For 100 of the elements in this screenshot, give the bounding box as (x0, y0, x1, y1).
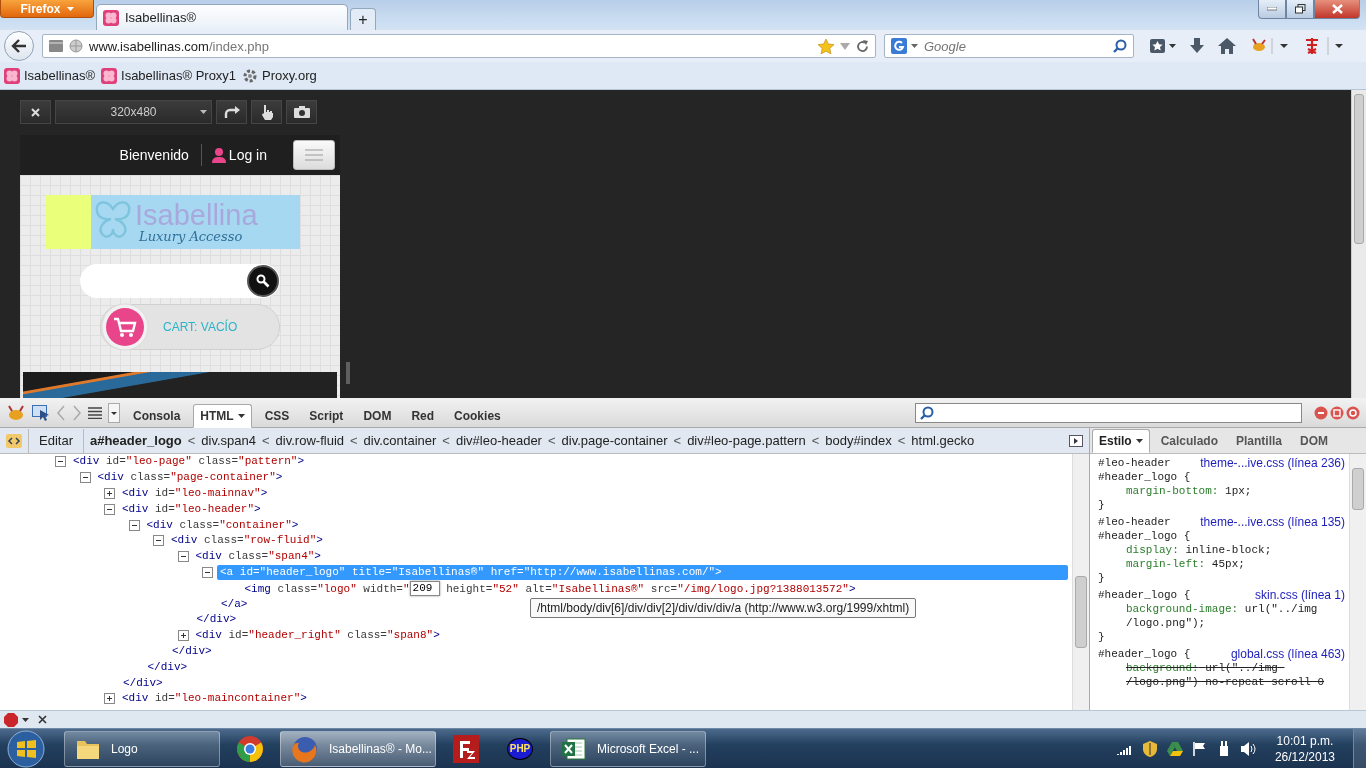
screen-size-dropdown[interactable]: 320x480 (55, 100, 212, 124)
bookmark[interactable]: Proxy.org (242, 67, 317, 84)
collapse-icon[interactable] (104, 503, 115, 515)
back-button[interactable] (4, 31, 34, 61)
caret-icon[interactable] (911, 44, 918, 48)
expand-icon[interactable] (104, 488, 115, 499)
html-tag-line[interactable]: <div id="header_right" class="span8"> (192, 628, 443, 644)
side-panel-tab[interactable]: Estilo (1092, 429, 1150, 453)
firebug-icon[interactable] (6, 404, 26, 421)
css-declaration[interactable]: background-image: url("../img /logo.png"); (1098, 602, 1345, 630)
breadcrumb-item[interactable]: html.gecko (911, 433, 975, 448)
filezilla-icon[interactable] (453, 734, 479, 763)
breadcrumb-item[interactable]: body#index (825, 433, 892, 448)
source-link[interactable]: global.css (línea 463) (1230, 647, 1345, 661)
html-tag-line[interactable]: <div class="page-container"> (94, 470, 286, 486)
panel-tab[interactable]: CSS (257, 403, 297, 428)
list-icon[interactable] (88, 406, 102, 419)
inline-edit-field[interactable]: 209 (409, 580, 440, 596)
html-tag-line[interactable]: <div id="leo-maincontainer"> (119, 691, 310, 707)
code-icon[interactable] (6, 433, 22, 448)
screenshot-button[interactable] (286, 100, 317, 124)
volume-icon[interactable] (1240, 741, 1257, 756)
side-panel-tab[interactable]: Calculado (1153, 429, 1226, 453)
login-link[interactable]: Log in (211, 147, 267, 163)
panel-tab[interactable]: DOM (356, 403, 399, 428)
home-icon[interactable] (1218, 38, 1236, 54)
html-code[interactable]: height="52" alt="Isabellinas®" src="/img/logo.jpg?1388013572"> (439, 582, 856, 594)
browser-tab[interactable]: Isabellinas® (96, 4, 348, 30)
css-declaration[interactable]: display: inline-block; (1098, 543, 1345, 557)
collapse-icon[interactable] (153, 535, 164, 547)
firefox-icon[interactable] (291, 734, 319, 763)
html-tag-line[interactable]: <div class="container"> (143, 517, 302, 533)
panel-tab[interactable]: HTML (193, 403, 252, 428)
maximize-button[interactable] (1286, 0, 1314, 19)
breadcrumb-item[interactable]: div#leo-page.pattern (687, 433, 806, 448)
new-tab-button[interactable]: + (350, 8, 376, 30)
panel-tab[interactable]: Consola (126, 403, 188, 428)
side-panel-tab[interactable]: DOM (1293, 429, 1336, 453)
bee-icon[interactable] (1250, 38, 1290, 54)
bookmark[interactable]: Isabellinas® (4, 67, 95, 84)
search-icon[interactable] (1113, 39, 1127, 53)
detach-icon[interactable] (1330, 405, 1344, 420)
collapse-icon[interactable] (202, 566, 213, 578)
caret-icon[interactable] (237, 413, 245, 418)
resize-handle[interactable] (346, 362, 350, 384)
close-button[interactable] (1314, 0, 1360, 19)
collapse-icon[interactable] (128, 519, 140, 531)
search-field[interactable] (915, 402, 1302, 423)
reload-icon[interactable] (856, 39, 869, 53)
bookmark[interactable]: Isabellinas® Proxy1 (101, 67, 237, 84)
breadcrumb-item[interactable]: a#header_logo (89, 433, 182, 448)
source-link[interactable]: theme-...ive.css (línea 135) (1200, 515, 1345, 529)
html-tag-line[interactable]: <div id="leo-mainnav"> (119, 486, 271, 501)
taskbar-button[interactable]: PHP (496, 730, 544, 767)
scrollbar[interactable] (1351, 90, 1366, 398)
source-link[interactable]: theme-...ive.css (línea 236) (1200, 456, 1345, 470)
taskbar-button[interactable]: Logo (64, 730, 220, 767)
php-icon[interactable]: PHP (507, 737, 533, 760)
css-declaration[interactable]: background: url("../img /logo.png") no-repeat scroll 0 (1098, 661, 1345, 689)
breadcrumb-item[interactable]: div#leo-header (455, 433, 542, 448)
close-icon[interactable] (38, 715, 47, 724)
clock[interactable]: 10:01 p.m. 26/12/2013 (1274, 732, 1335, 765)
panel-tab[interactable]: Red (404, 403, 442, 428)
search-button[interactable] (247, 265, 279, 297)
download-icon[interactable] (1190, 38, 1204, 54)
html-tag-line[interactable]: <div id="leo-page" class="pattern"> (70, 454, 308, 470)
side-panel-tab[interactable]: Plantilla (1229, 429, 1290, 453)
dropdown-icon[interactable] (108, 402, 120, 423)
start-button-icon[interactable] (6, 729, 46, 768)
rotate-button[interactable] (216, 100, 247, 124)
minimize-icon[interactable] (1314, 405, 1328, 420)
scrollbar[interactable] (1349, 454, 1366, 710)
breadcrumb-item[interactable]: div.container (363, 433, 437, 448)
collapse-icon[interactable] (79, 472, 91, 484)
breadcrumb-item[interactable]: div.page-container (561, 433, 668, 448)
edit-button[interactable]: Editar (28, 428, 84, 453)
shield-icon[interactable] (1142, 740, 1157, 757)
collapse-icon[interactable] (55, 456, 66, 468)
stamp-icon[interactable] (1304, 37, 1344, 55)
html-tag-line[interactable]: <div class="row-fluid"> (168, 533, 326, 549)
expand-icon[interactable] (177, 630, 189, 642)
search-input[interactable]: Google (922, 37, 1109, 55)
touch-button[interactable] (251, 100, 282, 124)
drive-icon[interactable] (1166, 741, 1183, 756)
html-tag-line[interactable]: <div class="span4"> (192, 549, 324, 565)
inspect-icon[interactable] (32, 404, 50, 421)
search-field[interactable] (80, 264, 280, 298)
html-code[interactable]: <img class="logo" width=" (244, 582, 410, 594)
star-icon[interactable] (818, 38, 834, 54)
chrome-icon[interactable] (236, 734, 264, 763)
css-declaration[interactable]: margin-bottom: 1px; (1098, 484, 1345, 498)
caret-icon[interactable] (1135, 439, 1143, 443)
breadcrumb-item[interactable]: div.span4 (201, 433, 256, 448)
panel-toggle-icon[interactable] (1069, 434, 1083, 447)
panel-tab[interactable]: Cookies (447, 403, 508, 428)
source-link[interactable]: skin.css (línea 1) (1254, 588, 1345, 602)
close-button[interactable] (20, 100, 51, 124)
caret-icon[interactable] (200, 110, 207, 114)
css-declaration[interactable]: margin-left: 45px; (1098, 557, 1345, 571)
expand-icon[interactable] (104, 693, 115, 705)
